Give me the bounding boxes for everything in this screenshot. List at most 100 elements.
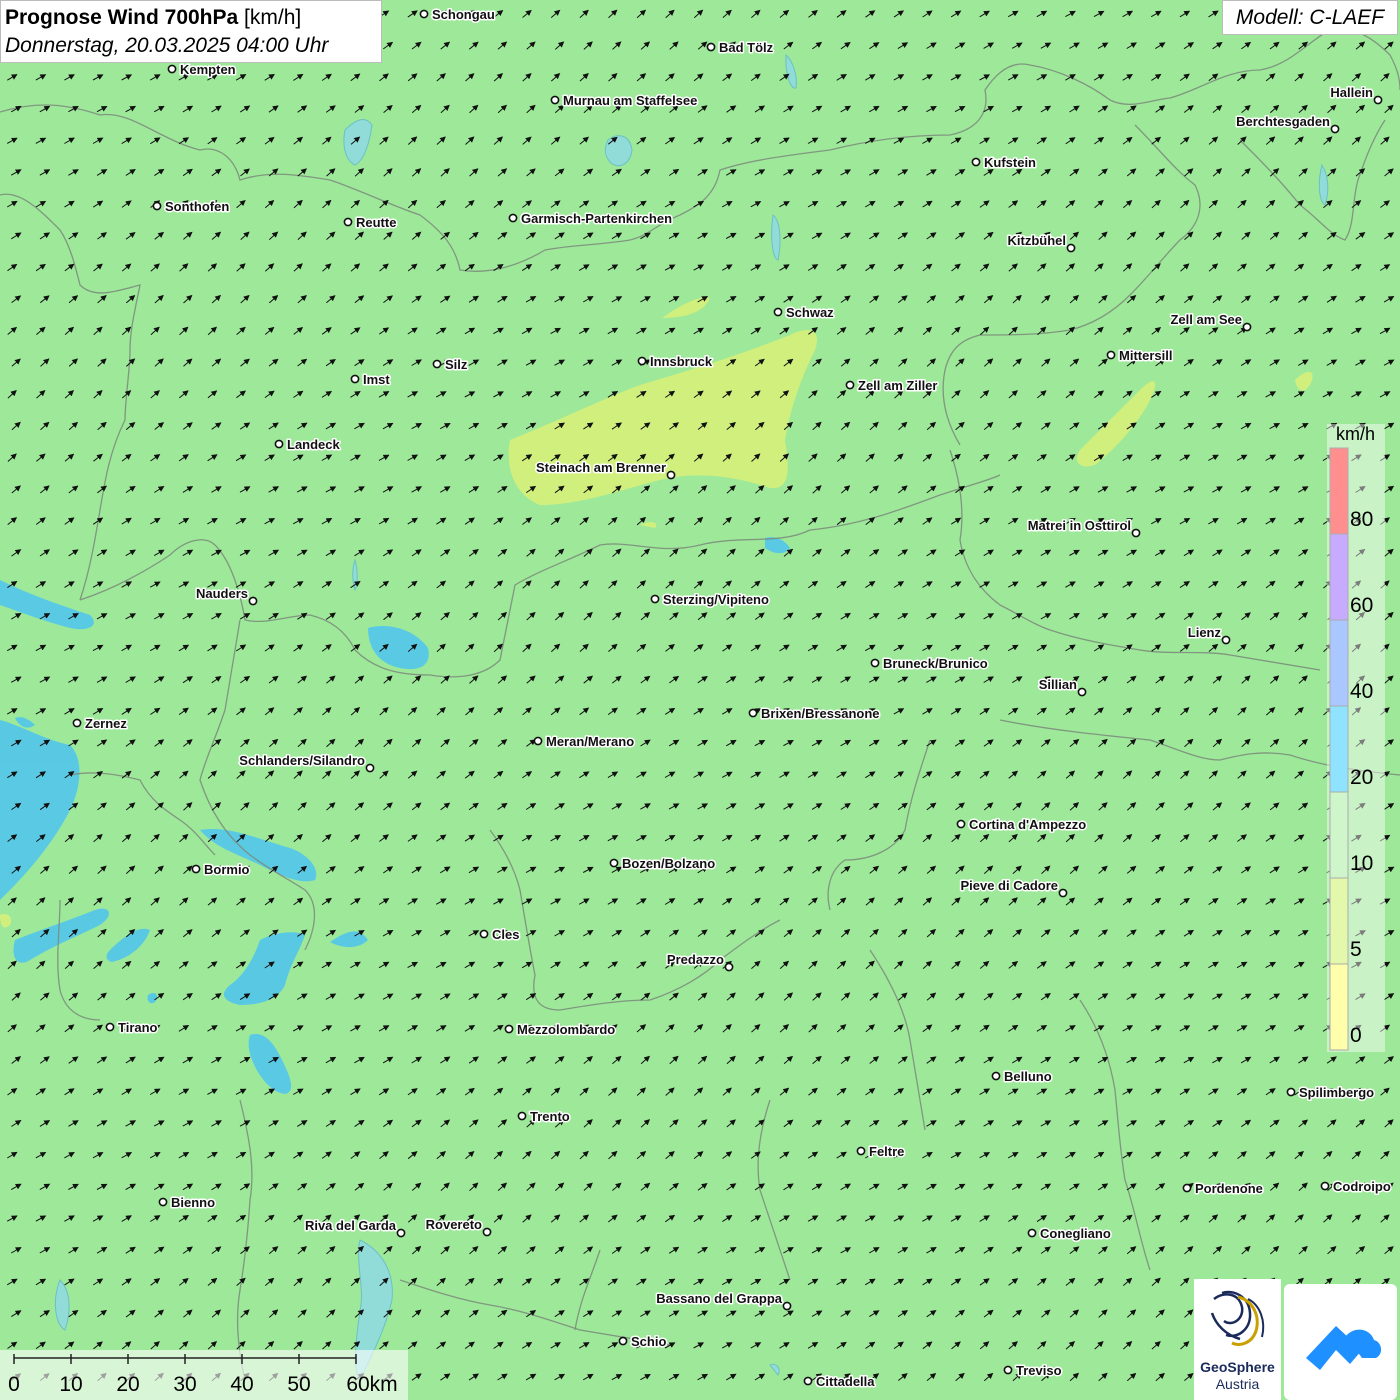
city-label: Reutte (356, 215, 396, 230)
city-label: Landeck (287, 437, 341, 452)
city-dot (991, 1071, 1001, 1081)
city-label: Pieve di Cadore (960, 878, 1058, 893)
title-box: Prognose Wind 700hPa [km/h] Donnerstag, … (0, 0, 382, 63)
city-dot (533, 736, 543, 746)
city-label: Garmisch-Partenkirchen (521, 211, 672, 226)
city-label: Mezzolombardo (517, 1022, 615, 1037)
logo-name-line1: GeoSphere (1200, 1359, 1275, 1375)
city-label: Belluno (1004, 1069, 1052, 1084)
city-label: Pordenone (1195, 1181, 1263, 1196)
city-label: Steinach am Brenner (536, 460, 666, 475)
city-label: Silz (445, 357, 468, 372)
city-label: Bruneck/Brunico (883, 656, 988, 671)
city-dot (856, 1146, 866, 1156)
city-dot (650, 594, 660, 604)
city-marker[interactable]: Mezzolombardo (504, 1021, 617, 1039)
city-marker[interactable]: Spilimbergo (1286, 1084, 1376, 1102)
city-marker[interactable]: Cittadella (803, 1373, 877, 1391)
city-dot (666, 470, 676, 480)
city-label: Nauders (196, 586, 248, 601)
legend-tick-10: 10 (1350, 852, 1374, 875)
logo-name-line2: Austria (1215, 1376, 1260, 1392)
city-dot (1131, 528, 1141, 538)
city-marker[interactable]: Brixen/Bressanone (748, 705, 881, 723)
city-label: Trento (530, 1109, 570, 1124)
map-title: Prognose Wind 700hPa [km/h] (5, 4, 377, 32)
map-title-main: Prognose Wind 700hPa (5, 6, 239, 29)
city-dot (1182, 1183, 1192, 1193)
city-dot (550, 95, 560, 105)
city-label: Meran/Merano (546, 734, 634, 749)
city-dot (724, 962, 734, 972)
legend-tick-0: 0 (1350, 1024, 1362, 1047)
city-label: Matrei in Osttirol (1028, 518, 1131, 533)
city-dot (158, 1197, 168, 1207)
city-label: Mittersill (1119, 348, 1172, 363)
city-marker[interactable]: Innsbruck (637, 353, 714, 371)
city-dot (637, 356, 647, 366)
city-label: Imst (363, 372, 390, 387)
scale-label-40: 40 (230, 1373, 254, 1396)
city-dot (1003, 1365, 1013, 1375)
city-label: Kufstein (984, 155, 1036, 170)
city-label: Innsbruck (650, 354, 713, 369)
city-dot (152, 201, 162, 211)
city-marker[interactable]: Sterzing/Vipiteno (650, 591, 770, 609)
city-dot (1221, 635, 1231, 645)
geosphere-logo[interactable]: GeoSphere Austria (1194, 1279, 1281, 1400)
city-label: Zernez (85, 716, 127, 731)
geosphere-emblem-icon (1210, 1290, 1265, 1346)
city-marker[interactable]: Conegliano (1027, 1225, 1112, 1243)
city-label: Conegliano (1040, 1226, 1111, 1241)
city-label: Riva del Garda (305, 1218, 397, 1233)
scale-label-20: 20 (116, 1373, 140, 1396)
city-label: Murnau am Staffelsee (563, 93, 697, 108)
city-label: Cittadella (816, 1374, 875, 1389)
scale-label-60km: 60km (346, 1373, 398, 1396)
model-label: Modell: C-LAEF (1222, 0, 1398, 35)
city-dot (618, 1336, 628, 1346)
city-label: Cles (492, 927, 519, 942)
city-marker[interactable]: Zell am Ziller (845, 377, 939, 395)
city-label: Zell am Ziller (858, 378, 937, 393)
city-label: Bormio (204, 862, 250, 877)
city-label: Berchtesgaden (1236, 114, 1330, 129)
city-label: Cortina d'Ampezzo (969, 817, 1086, 832)
city-label: Hallein (1330, 85, 1373, 100)
city-label: Predazzo (667, 952, 724, 967)
city-marker[interactable]: Meran/Merano (533, 733, 636, 751)
map-subtitle: Donnerstag, 20.03.2025 04:00 Uhr (5, 34, 329, 57)
city-dot (167, 64, 177, 74)
city-dot (1242, 322, 1252, 332)
city-label: Bad Tölz (719, 40, 774, 55)
app-logo[interactable] (1284, 1284, 1397, 1400)
city-label: Sillian (1039, 677, 1077, 692)
legend-tick-40: 40 (1350, 680, 1374, 703)
city-label: Schio (631, 1334, 666, 1349)
city-label: Lienz (1188, 625, 1222, 640)
city-marker[interactable]: Murnau am Staffelsee (550, 92, 699, 110)
city-dot (773, 307, 783, 317)
city-dot (508, 213, 518, 223)
city-marker[interactable]: Cortina d'Ampezzo (956, 816, 1088, 834)
city-label: Kempten (180, 62, 236, 77)
city-dot (706, 42, 716, 52)
legend-tick-60: 60 (1350, 594, 1374, 617)
city-marker[interactable]: Sonthofen (152, 198, 231, 216)
city-dot (782, 1301, 792, 1311)
legend-tick-80: 80 (1350, 508, 1374, 531)
city-dot (365, 763, 375, 773)
city-dot (432, 359, 442, 369)
city-label: Bozen/Bolzano (622, 856, 715, 871)
city-marker[interactable]: Bozen/Bolzano (609, 855, 717, 873)
city-dot (396, 1228, 406, 1238)
city-label: Schlanders/Silandro (239, 753, 365, 768)
city-dot (248, 596, 258, 606)
city-marker[interactable]: Bruneck/Brunico (870, 655, 989, 673)
city-marker[interactable]: Garmisch-Partenkirchen (508, 210, 674, 228)
city-marker[interactable]: Schongau (419, 6, 496, 24)
wind-forecast-map[interactable]: Schongau Bad Tölz Kempten Murnau am Staffel… (0, 0, 1400, 1400)
city-dot (870, 658, 880, 668)
city-marker[interactable]: Pordenone (1182, 1180, 1264, 1198)
city-dot (1286, 1087, 1296, 1097)
